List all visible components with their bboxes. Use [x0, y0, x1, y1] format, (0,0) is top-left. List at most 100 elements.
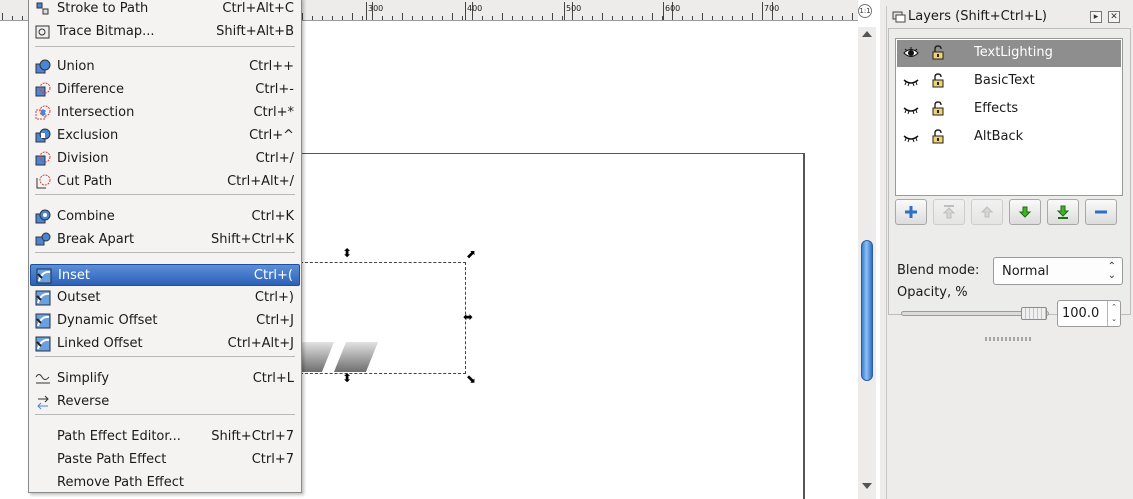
- menu-separator: [35, 194, 295, 195]
- menu-item-combine[interactable]: Combine Ctrl+K: [30, 206, 300, 228]
- eye-open-icon[interactable]: [903, 46, 919, 60]
- path-menu: Stroke to Path Ctrl+Alt+C Trace Bitmap... S…: [28, 0, 302, 493]
- scale-handle-bottomright-icon[interactable]: ⬊: [466, 373, 476, 385]
- opacity-slider[interactable]: [901, 307, 1049, 320]
- lower-layer-button[interactable]: [1009, 199, 1041, 225]
- scroll-up-icon[interactable]: [862, 31, 872, 37]
- menu-item-reverse[interactable]: Reverse: [30, 391, 300, 413]
- unlocked-padlock-icon[interactable]: [932, 73, 944, 88]
- panel-resize-grip[interactable]: [985, 337, 1033, 341]
- difference-icon: [35, 82, 51, 97]
- trace-bitmap-icon: [35, 25, 50, 39]
- menu-item-label: Simplify: [57, 371, 110, 386]
- menu-item-path-effect-editor[interactable]: Path Effect Editor... Shift+Ctrl+7: [30, 426, 300, 448]
- menu-item-stroke-to-path[interactable]: Stroke to Path Ctrl+Alt+C: [30, 0, 300, 20]
- division-icon: [35, 151, 51, 166]
- menu-item-trace-bitmap[interactable]: Trace Bitmap... Shift+Alt+B: [30, 21, 300, 43]
- cut-path-icon: [36, 174, 51, 189]
- ruler-tick: [312, 16, 313, 20]
- menu-item-label: Exclusion: [57, 128, 119, 143]
- unlocked-padlock-icon[interactable]: [932, 129, 944, 144]
- layers-panel: Layers (Shift+Ctrl+L) ▸ ✕ TextLighting Ba…: [886, 6, 1131, 499]
- menu-item-label: Intersection: [57, 105, 135, 120]
- raise-icon: [980, 206, 994, 218]
- unlocked-padlock-icon[interactable]: [932, 101, 944, 116]
- menu-item-shortcut: Ctrl+L: [252, 371, 294, 386]
- intersection-icon: [35, 105, 51, 120]
- menu-separator: [35, 414, 295, 415]
- ruler-tick: [562, 16, 563, 20]
- raise-layer-button[interactable]: [971, 199, 1003, 225]
- ruler-tick: [592, 16, 593, 20]
- ruler-major-tick: [762, 2, 763, 20]
- menu-item-cut-path[interactable]: Cut Path Ctrl+Alt+/: [30, 171, 300, 193]
- menu-item-shortcut: Ctrl+): [254, 290, 294, 305]
- menu-item-difference[interactable]: Difference Ctrl+-: [30, 79, 300, 101]
- scroll-down-icon[interactable]: [862, 483, 872, 489]
- menu-item-exclusion[interactable]: Exclusion Ctrl+^: [30, 125, 300, 147]
- menu-item-inset[interactable]: Inset Ctrl+(: [30, 264, 300, 286]
- lower-layer-to-bottom-button[interactable]: [1047, 199, 1079, 225]
- ruler-tick: [492, 16, 493, 20]
- menu-item-remove-path-effect[interactable]: Remove Path Effect: [30, 472, 300, 494]
- vertical-scrollbar[interactable]: [858, 27, 876, 499]
- menu-item-dynamic-offset[interactable]: Dynamic Offset Ctrl+J: [30, 310, 300, 332]
- select-chevron-icon: ⌃ ⌄: [1107, 261, 1116, 281]
- delete-layer-button[interactable]: [1085, 199, 1117, 225]
- scale-handle-right-icon[interactable]: ⬌: [463, 311, 473, 323]
- panel-menu-icon[interactable]: ▸: [1090, 11, 1102, 23]
- menu-item-simplify[interactable]: Simplify Ctrl+L: [30, 368, 300, 390]
- layer-row[interactable]: AltBack: [897, 124, 1121, 151]
- layer-row[interactable]: Effects: [897, 96, 1121, 123]
- add-layer-button[interactable]: [895, 199, 927, 225]
- panel-title: Layers (Shift+Ctrl+L): [908, 9, 1048, 24]
- ruler-tick: [792, 16, 793, 20]
- unlocked-padlock-icon[interactable]: [932, 45, 944, 60]
- ruler-major-tick: [564, 2, 565, 20]
- lower-to-bottom-icon: [1056, 205, 1070, 219]
- eye-closed-icon[interactable]: [903, 130, 919, 144]
- close-icon[interactable]: ✕: [1108, 11, 1120, 23]
- layer-row[interactable]: BasicText: [897, 68, 1121, 95]
- ruler-label: 300: [368, 4, 384, 13]
- ruler-tick: [682, 16, 683, 20]
- scale-handle-top-icon[interactable]: ⬍: [342, 247, 352, 259]
- ruler-tick: [482, 16, 483, 20]
- zoom-corner-icon[interactable]: 1:1: [858, 4, 872, 18]
- ruler-tick: [402, 13, 403, 20]
- menu-item-break-apart[interactable]: Break Apart Shift+Ctrl+K: [30, 229, 300, 251]
- ruler-tick: [752, 13, 753, 20]
- menu-item-linked-offset[interactable]: Linked Offset Ctrl+Alt+J: [30, 333, 300, 355]
- menu-item-paste-path-effect[interactable]: Paste Path Effect Ctrl+7: [30, 449, 300, 471]
- scrollbar-thumb[interactable]: [861, 240, 873, 381]
- union-icon: [35, 59, 51, 74]
- inset-icon: [36, 268, 52, 284]
- menu-item-intersection[interactable]: Intersection Ctrl+*: [30, 102, 300, 124]
- raise-layer-to-top-button[interactable]: [933, 199, 965, 225]
- menu-item-label: Break Apart: [57, 232, 135, 247]
- eye-closed-icon[interactable]: [903, 102, 919, 116]
- menu-item-union[interactable]: Union Ctrl++: [30, 56, 300, 78]
- exclusion-icon: [35, 128, 51, 143]
- menu-item-division[interactable]: Division Ctrl+/: [30, 148, 300, 170]
- raise-to-top-icon: [942, 205, 956, 219]
- ruler-tick: [502, 13, 503, 20]
- blend-mode-select[interactable]: Normal ⌃ ⌄: [993, 257, 1123, 285]
- ruler-label: 700: [764, 4, 780, 13]
- layer-row[interactable]: TextLighting: [897, 40, 1121, 67]
- ruler-tick: [532, 16, 533, 20]
- eye-closed-icon[interactable]: [903, 74, 919, 88]
- panel-title-bar: Layers (Shift+Ctrl+L) ▸ ✕: [887, 6, 1132, 28]
- ruler-tick: [632, 16, 633, 20]
- spin-arrows-icon[interactable]: ⌃ ⌄: [1107, 301, 1120, 326]
- opacity-slider-knob[interactable]: [1021, 307, 1047, 320]
- scale-handle-bottom-icon[interactable]: ⬍: [342, 372, 352, 384]
- scale-handle-topright-icon[interactable]: ⬈: [466, 248, 476, 260]
- opacity-spinbox[interactable]: 100.0 ⌃ ⌄: [1057, 300, 1121, 327]
- menu-item-shortcut: Shift+Ctrl+K: [211, 232, 294, 247]
- simplify-icon: [35, 374, 50, 384]
- layers-panel-body: TextLighting BasicText Effects AltBack Blen…: [888, 28, 1131, 341]
- ruler-tick: [722, 16, 723, 20]
- layer-name: Effects: [974, 101, 1019, 116]
- menu-item-outset[interactable]: Outset Ctrl+): [30, 287, 300, 309]
